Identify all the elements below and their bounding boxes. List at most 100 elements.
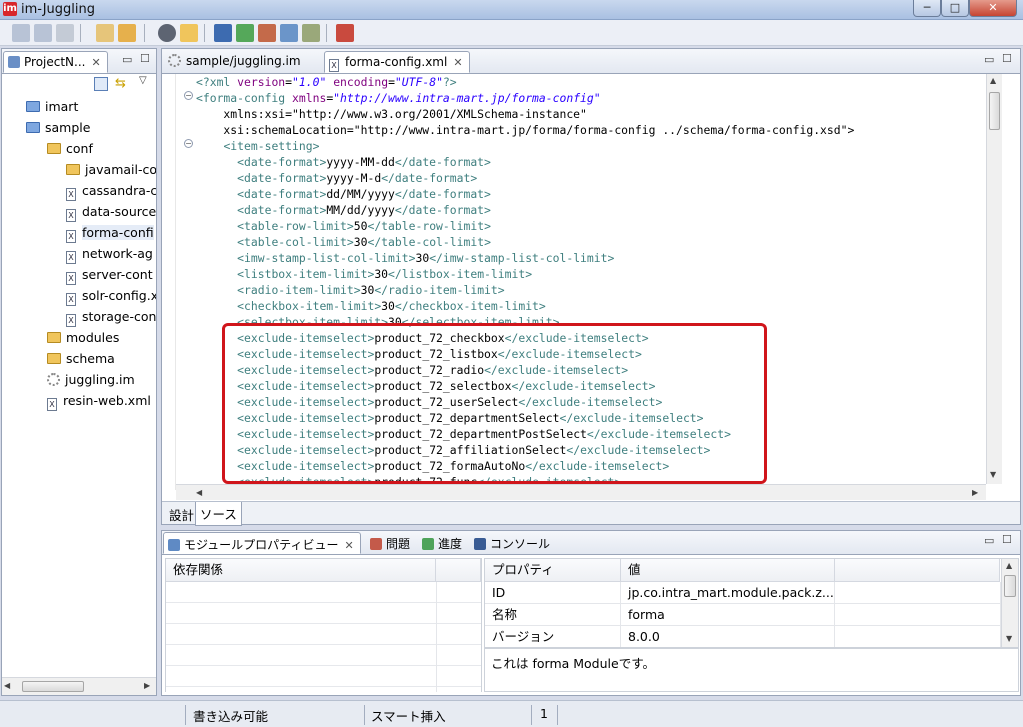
code-line[interactable]: <checkbox-item-limit>30</checkbox-item-l…: [196, 298, 546, 314]
code-line[interactable]: <date-format>yyyy-M-d</date-format>: [196, 170, 477, 186]
chart-icon[interactable]: [280, 24, 298, 42]
fold-toggle-icon[interactable]: −: [184, 139, 193, 148]
maximize-view-button[interactable]: ☐: [1002, 533, 1012, 546]
tab-forma-config[interactable]: Xforma-config.xml ✕: [324, 51, 470, 73]
save-icon[interactable]: [12, 24, 30, 42]
add-icon[interactable]: [236, 24, 254, 42]
project-folder-icon: [26, 101, 40, 112]
scroll-thumb[interactable]: [22, 681, 84, 692]
tree-icon[interactable]: [302, 24, 320, 42]
editor-horizontal-scrollbar[interactable]: ◀ ▶: [176, 484, 986, 500]
tree-item[interactable]: juggling.im: [47, 369, 135, 390]
code-line[interactable]: <table-col-limit>30</table-col-limit>: [196, 234, 491, 250]
property-value[interactable]: jp.co.intra_mart.module.pack.z...: [621, 582, 835, 604]
code-line[interactable]: <imw-stamp-list-col-limit>30</imw-stamp-…: [196, 250, 614, 266]
close-tab-icon[interactable]: ✕: [91, 56, 100, 69]
run-icon[interactable]: [118, 24, 136, 42]
tab-module-properties[interactable]: モジュールプロパティビュー ✕: [163, 532, 361, 554]
maximize-view-button[interactable]: ☐: [1002, 52, 1012, 65]
scroll-right-icon[interactable]: ▶: [144, 681, 150, 690]
code-line[interactable]: xmlns:xsi="http://www.w3.org/2001/XMLSch…: [196, 106, 586, 122]
tree-horizontal-scrollbar[interactable]: ◀ ▶: [2, 677, 156, 695]
view-menu-icon[interactable]: ▽: [139, 75, 147, 86]
tab-project-navigator[interactable]: ProjectN... ✕: [3, 51, 108, 73]
code-line[interactable]: <listbox-item-limit>30</listbox-item-lim…: [196, 266, 532, 282]
code-line[interactable]: <?xml version="1.0" encoding="UTF-8"?>: [196, 74, 457, 90]
tree-item[interactable]: javamail-co: [66, 159, 156, 180]
build-icon[interactable]: [96, 24, 114, 42]
fold-toggle-icon[interactable]: −: [184, 91, 193, 100]
tree-item[interactable]: schema: [47, 348, 115, 369]
scroll-left-icon[interactable]: ◀: [196, 488, 202, 497]
properties-rows: ID jp.co.intra_mart.module.pack.z... 名称 for…: [485, 582, 1001, 647]
tab-problems[interactable]: 問題: [366, 532, 416, 554]
minimize-view-button[interactable]: ▭: [984, 534, 994, 547]
tree-item[interactable]: modules: [47, 327, 119, 348]
tree-item-label: resin-web.xml: [63, 393, 151, 408]
close-tab-icon[interactable]: ✕: [453, 56, 462, 69]
tree-item[interactable]: Xdata-source: [66, 201, 156, 222]
code-line[interactable]: <radio-item-limit>30</radio-item-limit>: [196, 282, 504, 298]
code-line[interactable]: <forma-config xmlns="http://www.intra-ma…: [196, 90, 601, 106]
scroll-right-icon[interactable]: ▶: [972, 488, 978, 497]
close-window-button[interactable]: ✕: [969, 0, 1017, 17]
toolbar-separator: [326, 24, 327, 42]
minimize-button[interactable]: ─: [913, 0, 941, 17]
property-value[interactable]: 8.0.0: [621, 626, 835, 647]
tree-item[interactable]: sample: [26, 117, 90, 138]
tree-item[interactable]: conf: [47, 138, 93, 159]
status-separator: [185, 705, 186, 725]
property-name: ID: [485, 582, 621, 604]
module-icon[interactable]: [158, 24, 176, 42]
report-icon[interactable]: [258, 24, 276, 42]
link-editor-icon[interactable]: ⇆: [115, 77, 131, 91]
tab-juggling-im[interactable]: sample/juggling.im: [164, 51, 307, 73]
properties-vertical-scrollbar[interactable]: ▲ ▼: [1001, 559, 1018, 647]
xml-file-icon: X: [329, 59, 339, 72]
tools-icon[interactable]: [336, 24, 354, 42]
code-line[interactable]: <date-format>dd/MM/yyyy</date-format>: [196, 186, 491, 202]
code-line[interactable]: <item-setting>: [196, 138, 319, 154]
tree-item[interactable]: Xnetwork-ag: [66, 243, 153, 264]
tree-item[interactable]: Xserver-cont: [66, 264, 153, 285]
tab-design[interactable]: 設計: [166, 504, 197, 525]
print-icon[interactable]: [56, 24, 74, 42]
tree-item[interactable]: Xstorage-con: [66, 306, 156, 327]
tab-source[interactable]: ソース: [195, 502, 242, 526]
minimize-view-button[interactable]: ▭: [984, 53, 994, 66]
property-value[interactable]: forma: [621, 604, 835, 626]
scroll-up-icon[interactable]: ▲: [990, 76, 996, 85]
code-line[interactable]: xsi:schemaLocation="http://www.intra-mar…: [196, 122, 854, 138]
annotation-highlight-box: [222, 323, 767, 484]
code-line[interactable]: <date-format>yyyy-MM-dd</date-format>: [196, 154, 491, 170]
tree-item-label: storage-con: [82, 309, 156, 324]
code-line[interactable]: <table-row-limit>50</table-row-limit>: [196, 218, 491, 234]
editor-vertical-scrollbar[interactable]: ▲ ▼: [986, 74, 1002, 484]
scroll-thumb[interactable]: [1004, 575, 1016, 597]
close-tab-icon[interactable]: ✕: [344, 539, 353, 552]
tree-item[interactable]: Xresin-web.xml: [47, 390, 151, 411]
tab-console[interactable]: コンソール: [470, 532, 556, 554]
folder-icon: [66, 164, 80, 175]
maximize-view-button[interactable]: ☐: [140, 52, 150, 65]
tree-item[interactable]: Xsolr-config.x: [66, 285, 156, 306]
scroll-left-icon[interactable]: ◀: [4, 681, 10, 690]
scroll-down-icon[interactable]: ▼: [1006, 634, 1012, 643]
property-name: バージョン: [485, 626, 621, 647]
save-all-icon[interactable]: [34, 24, 52, 42]
open-icon[interactable]: [180, 24, 198, 42]
code-line[interactable]: <date-format>MM/dd/yyyy</date-format>: [196, 202, 491, 218]
tree-item[interactable]: Xforma-confi: [66, 222, 154, 243]
scroll-up-icon[interactable]: ▲: [1006, 561, 1012, 570]
tree-item[interactable]: Xcassandra-c: [66, 180, 156, 201]
tree-item-label: server-cont: [82, 267, 153, 282]
collapse-all-icon[interactable]: [94, 77, 108, 91]
scroll-thumb[interactable]: [989, 92, 1000, 130]
minimize-view-button[interactable]: ▭: [122, 53, 132, 66]
tree-item[interactable]: imart: [26, 96, 78, 117]
maximize-button[interactable]: □: [941, 0, 969, 17]
property-extra-cell: [835, 604, 1001, 626]
deploy-icon[interactable]: [214, 24, 232, 42]
tab-progress[interactable]: 進度: [418, 532, 468, 554]
scroll-down-icon[interactable]: ▼: [990, 470, 996, 479]
